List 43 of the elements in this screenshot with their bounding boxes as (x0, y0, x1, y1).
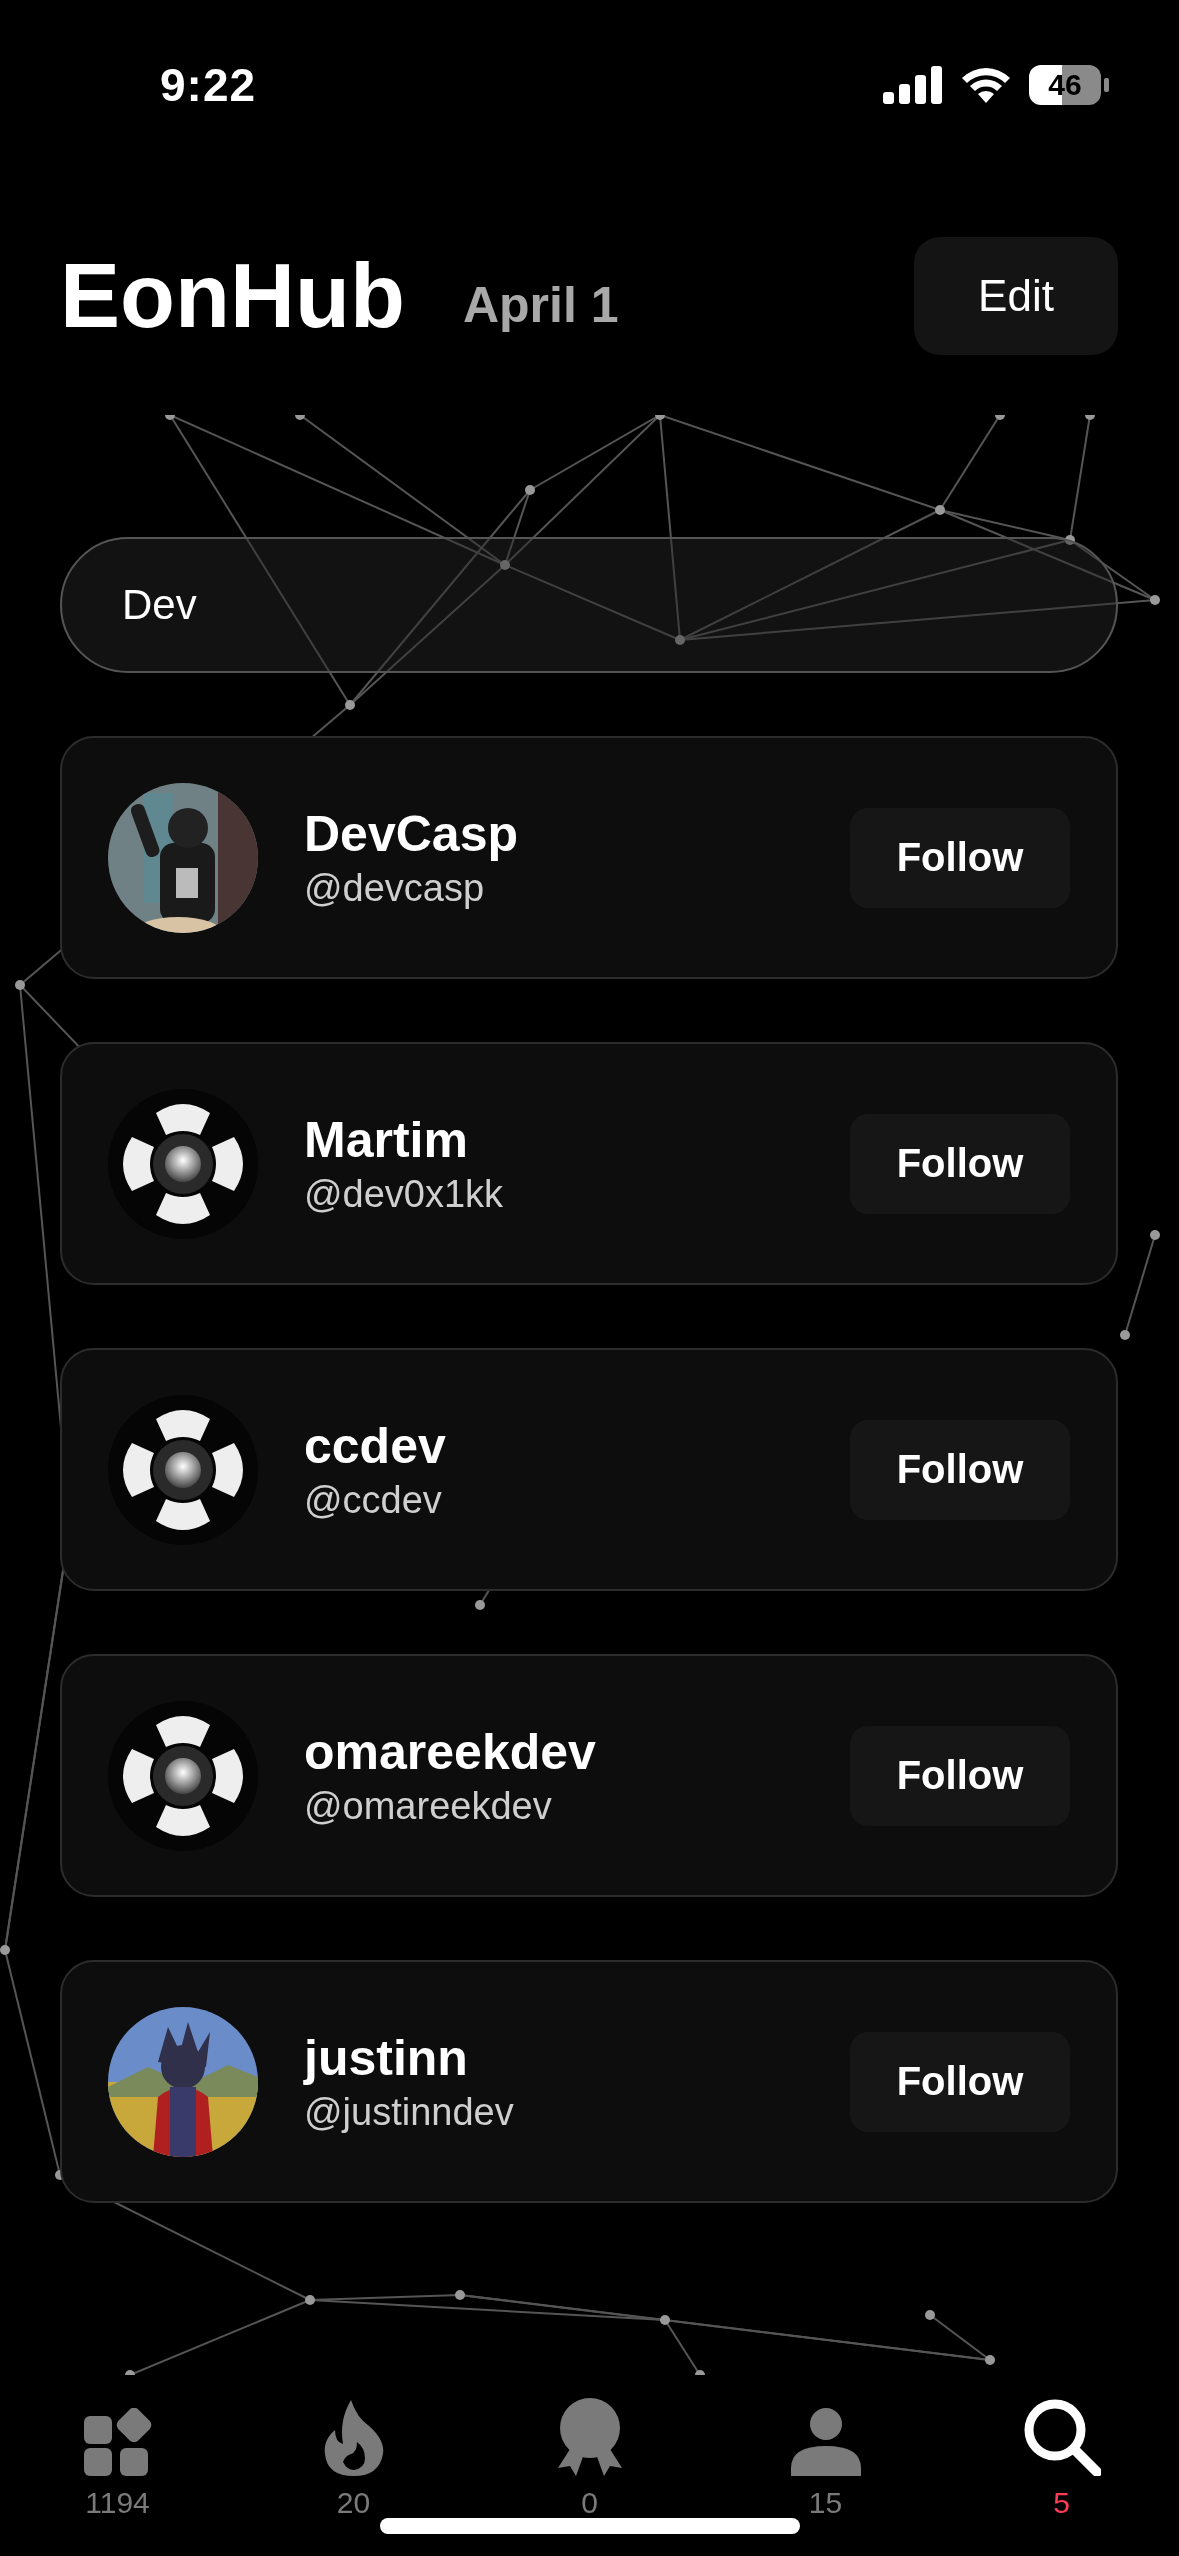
signal-icon (883, 66, 943, 104)
user-name: omareekdev (304, 1723, 596, 1781)
date-label: April 1 (462, 276, 619, 334)
user-name: justinn (304, 2029, 469, 2087)
follow-button[interactable]: Follow (850, 1725, 1070, 1826)
follow-button[interactable]: Follow (850, 2031, 1070, 2132)
app-title: EonHub (60, 244, 405, 348)
user-handle: @dev0x1kk (304, 1173, 504, 1216)
grid-icon (83, 2408, 152, 2476)
flame-icon (322, 2400, 385, 2476)
follow-button[interactable]: Follow (850, 807, 1070, 908)
user-card[interactable]: omareekdev @omareekdev Follow (60, 1654, 1118, 1897)
tab-count: 20 (336, 2486, 371, 2520)
edit-button[interactable]: Edit (914, 237, 1118, 355)
search-field[interactable]: Dev (60, 537, 1118, 673)
logo-avatar-icon (108, 1700, 258, 1851)
follow-button[interactable]: Follow (850, 1419, 1070, 1520)
user-card[interactable]: ccdev @ccdev Follow (60, 1348, 1118, 1591)
user-handle: @devcasp (304, 867, 486, 910)
user-card[interactable]: justinn @justinndev Follow (60, 1960, 1118, 2203)
user-card[interactable]: DevCasp @devcasp Follow (60, 736, 1118, 979)
clock-time: 9:22 (160, 58, 257, 112)
tab-count: 5 (1053, 2486, 1070, 2520)
logo-avatar-icon (108, 1088, 258, 1239)
user-name: DevCasp (304, 805, 518, 863)
user-card[interactable]: Martim @dev0x1kk Follow (60, 1042, 1118, 1285)
tab-item[interactable]: 15 (748, 2380, 903, 2556)
tab-count: 15 (808, 2486, 843, 2520)
user-handle: @justinndev (304, 2091, 514, 2134)
search-icon (1022, 2398, 1101, 2476)
logo-avatar-icon (108, 1394, 258, 1545)
user-name: Martim (304, 1111, 469, 1169)
tab-count: 0 (581, 2486, 598, 2520)
user-name: ccdev (304, 1417, 446, 1475)
tab-item[interactable]: 5 (984, 2380, 1139, 2556)
tab-item[interactable]: 20 (276, 2380, 431, 2556)
tab-item[interactable]: 1194 (40, 2380, 195, 2556)
tab-item[interactable]: 0 (512, 2380, 667, 2556)
person-icon (790, 2406, 861, 2476)
user-handle: @omareekdev (304, 1785, 553, 1828)
user-handle: @ccdev (304, 1479, 443, 1522)
follow-button[interactable]: Follow (850, 1113, 1070, 1214)
tab-count: 1194 (85, 2486, 150, 2520)
